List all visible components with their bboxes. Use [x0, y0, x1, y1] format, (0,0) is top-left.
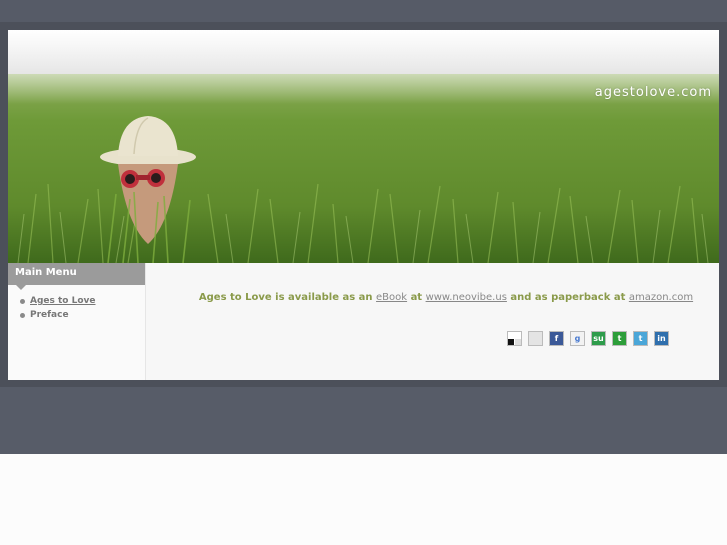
header-banner-image	[8, 74, 719, 263]
availability-text-part: Ages to Love is available as an	[198, 292, 373, 303]
main-menu: Ages to Love Preface	[8, 294, 145, 322]
technorati-icon[interactable]: t	[612, 331, 627, 346]
main-menu-header: Main Menu	[8, 263, 145, 290]
ebook-link[interactable]: eBook	[376, 292, 407, 303]
neovibe-link[interactable]: www.neovibe.us	[426, 292, 507, 303]
availability-text: Ages to Love is available as an eBook at…	[146, 292, 719, 303]
header-strip	[8, 30, 719, 74]
menu-item-label[interactable]: Ages to Love	[30, 294, 96, 308]
main-content: Ages to Love is available as an eBook at…	[146, 263, 719, 380]
bullet-icon	[20, 312, 25, 318]
social-share-bar: f g su t t in	[507, 331, 675, 346]
google-icon[interactable]: g	[570, 331, 585, 346]
menu-item-preface[interactable]: Preface	[20, 308, 145, 322]
main-menu-header-label: Main Menu	[15, 267, 77, 278]
delicious-icon[interactable]	[507, 331, 522, 346]
twitter-icon[interactable]: t	[633, 331, 648, 346]
bottom-band	[0, 387, 727, 454]
amazon-link[interactable]: amazon.com	[629, 292, 693, 303]
facebook-icon[interactable]: f	[549, 331, 564, 346]
availability-text-part: and as paperback at	[510, 292, 626, 303]
digg-icon[interactable]	[528, 331, 543, 346]
top-band	[0, 0, 727, 22]
menu-header-arrow-icon	[16, 285, 26, 290]
bullet-icon	[20, 298, 25, 304]
page-container: agestolove.com Main Menu Ages to Love Pr…	[8, 30, 719, 380]
sidebar: Main Menu Ages to Love Preface	[8, 263, 146, 380]
stumbleupon-icon[interactable]: su	[591, 331, 606, 346]
menu-item-ages-to-love[interactable]: Ages to Love	[20, 294, 145, 308]
availability-text-part: at	[410, 292, 423, 303]
site-title: agestolove.com	[594, 85, 712, 100]
linkedin-icon[interactable]: in	[654, 331, 669, 346]
menu-item-label[interactable]: Preface	[30, 308, 69, 322]
